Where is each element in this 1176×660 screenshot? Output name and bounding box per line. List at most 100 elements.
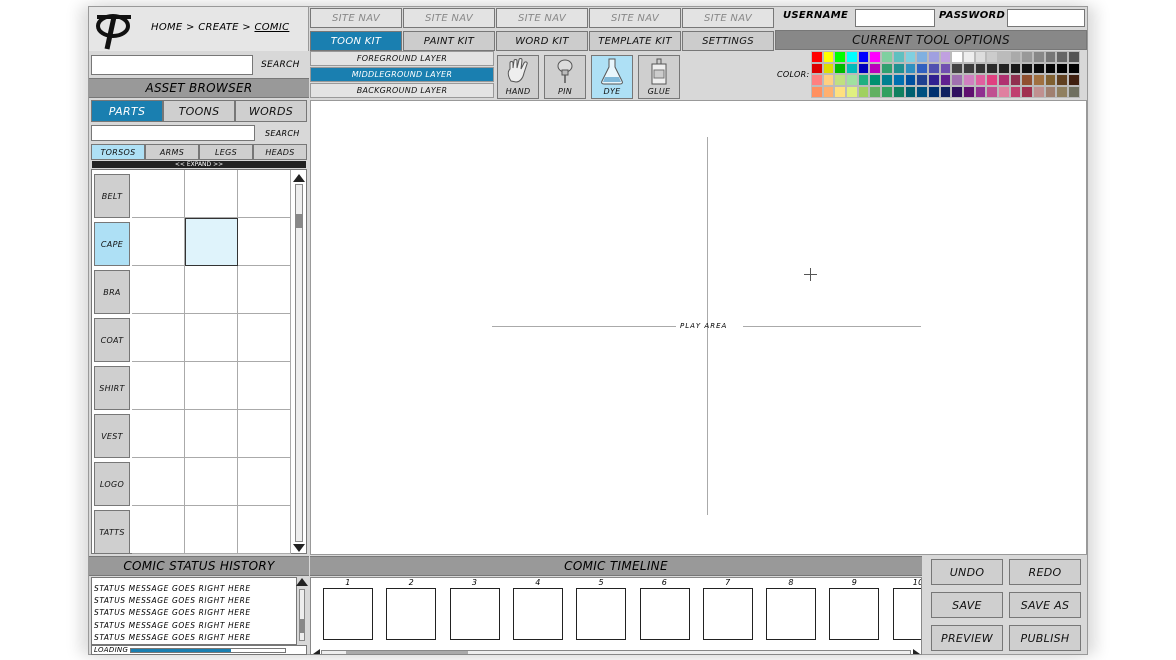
color-swatch[interactable] xyxy=(998,86,1010,98)
asset-cell[interactable] xyxy=(238,362,291,410)
color-swatch[interactable] xyxy=(857,86,870,98)
color-swatch[interactable] xyxy=(857,74,870,87)
color-swatch[interactable] xyxy=(927,51,940,63)
color-swatch[interactable] xyxy=(974,86,987,98)
color-swatch[interactable] xyxy=(986,74,998,87)
tab-paint-kit[interactable]: Paint Kit xyxy=(403,31,495,51)
tool-dye[interactable]: Dye xyxy=(591,55,633,99)
expand-button[interactable]: << EXPAND >> xyxy=(92,161,306,168)
color-swatch[interactable] xyxy=(962,74,975,87)
tool-hand[interactable]: Hand xyxy=(497,55,539,99)
timeline-frame[interactable] xyxy=(829,588,880,640)
tab-toons[interactable]: Toons xyxy=(163,100,235,122)
top-search-button[interactable]: Search xyxy=(261,60,300,70)
timeline-scroll-thumb[interactable] xyxy=(346,651,468,654)
color-swatch[interactable] xyxy=(1068,62,1080,75)
timeline-frame[interactable] xyxy=(766,588,817,640)
color-swatch[interactable] xyxy=(916,62,928,75)
part-belt[interactable]: Belt xyxy=(94,174,130,218)
color-swatch[interactable] xyxy=(834,62,847,75)
asset-search-button[interactable]: Search xyxy=(265,129,300,138)
asset-cell-selected[interactable] xyxy=(185,218,238,266)
color-swatch[interactable] xyxy=(892,74,905,87)
asset-cell[interactable] xyxy=(185,170,238,218)
asset-cell[interactable] xyxy=(185,362,238,410)
color-swatch[interactable] xyxy=(962,51,975,63)
assets-scrollbar[interactable] xyxy=(295,184,303,542)
color-swatch[interactable] xyxy=(1033,62,1045,75)
color-swatch[interactable] xyxy=(927,62,940,75)
timeline-frame[interactable] xyxy=(449,588,500,640)
status-scrollbar[interactable] xyxy=(299,589,305,641)
layer-background[interactable]: Background Layer xyxy=(310,83,494,98)
color-swatch[interactable] xyxy=(1009,74,1022,87)
color-swatch[interactable] xyxy=(892,86,905,98)
tab-settings[interactable]: Settings xyxy=(682,31,774,51)
asset-cell[interactable] xyxy=(185,266,238,314)
color-swatch[interactable] xyxy=(1056,62,1069,75)
color-swatch[interactable] xyxy=(1021,62,1034,75)
color-swatch[interactable] xyxy=(822,86,835,98)
breadcrumb-home[interactable]: Home xyxy=(151,22,183,33)
color-swatch[interactable] xyxy=(998,62,1010,75)
asset-cell[interactable] xyxy=(185,458,238,506)
tab-heads[interactable]: Heads xyxy=(253,144,307,160)
status-scroll-thumb[interactable] xyxy=(300,619,304,633)
color-swatch[interactable] xyxy=(1021,86,1034,98)
color-swatch[interactable] xyxy=(951,62,963,75)
color-swatch[interactable] xyxy=(1021,51,1034,63)
asset-cell[interactable] xyxy=(132,362,185,410)
color-swatch[interactable] xyxy=(811,51,823,63)
site-nav-3[interactable]: Site Nav xyxy=(496,8,588,28)
timeline-frame[interactable] xyxy=(892,588,921,640)
color-swatch[interactable] xyxy=(1009,51,1022,63)
color-swatch[interactable] xyxy=(916,74,928,87)
color-swatch[interactable] xyxy=(1068,74,1080,87)
tab-arms[interactable]: Arms xyxy=(145,144,199,160)
color-swatch[interactable] xyxy=(834,86,847,98)
color-swatch[interactable] xyxy=(986,51,998,63)
color-swatch[interactable] xyxy=(881,86,893,98)
play-area[interactable]: Play Area xyxy=(310,100,1087,555)
color-swatch[interactable] xyxy=(1009,86,1022,98)
color-swatch[interactable] xyxy=(811,62,823,75)
timeline-frame[interactable] xyxy=(639,588,690,640)
publish-button[interactable]: Publish xyxy=(1009,625,1081,651)
site-nav-1[interactable]: Site Nav xyxy=(310,8,402,28)
preview-button[interactable]: Preview xyxy=(931,625,1003,651)
color-swatch[interactable] xyxy=(962,86,975,98)
color-swatch[interactable] xyxy=(904,74,917,87)
color-swatch[interactable] xyxy=(951,86,963,98)
color-swatch[interactable] xyxy=(1044,62,1057,75)
color-swatch[interactable] xyxy=(846,51,858,63)
timeline-scroll-left-icon[interactable] xyxy=(313,649,320,654)
color-swatch[interactable] xyxy=(904,51,917,63)
scroll-up-icon[interactable] xyxy=(293,174,305,182)
asset-cell[interactable] xyxy=(132,218,185,266)
asset-search-input[interactable] xyxy=(91,125,255,141)
password-input[interactable] xyxy=(1007,9,1085,27)
asset-cell[interactable] xyxy=(238,458,291,506)
color-swatch[interactable] xyxy=(986,62,998,75)
save-as-button[interactable]: Save As xyxy=(1009,592,1081,618)
color-swatch[interactable] xyxy=(974,74,987,87)
color-swatch[interactable] xyxy=(1009,62,1022,75)
tool-glue[interactable]: Glue xyxy=(638,55,680,99)
timeline-frame[interactable] xyxy=(702,588,753,640)
part-shirt[interactable]: Shirt xyxy=(94,366,130,410)
tab-torsos[interactable]: Torsos xyxy=(91,144,145,160)
color-swatch[interactable] xyxy=(834,74,847,87)
color-swatch[interactable] xyxy=(822,51,835,63)
color-swatch[interactable] xyxy=(869,51,882,63)
color-swatch[interactable] xyxy=(1068,86,1080,98)
status-scroll-up-icon[interactable] xyxy=(296,578,308,586)
tab-toon-kit[interactable]: Toon Kit xyxy=(310,31,402,51)
color-swatch[interactable] xyxy=(892,51,905,63)
site-nav-5[interactable]: Site Nav xyxy=(682,8,774,28)
tab-word-kit[interactable]: Word Kit xyxy=(496,31,588,51)
timeline-frame[interactable] xyxy=(576,588,627,640)
color-swatch[interactable] xyxy=(1033,51,1045,63)
assets-scroll-thumb[interactable] xyxy=(296,214,302,228)
asset-cell[interactable] xyxy=(132,458,185,506)
color-swatch[interactable] xyxy=(1056,86,1069,98)
